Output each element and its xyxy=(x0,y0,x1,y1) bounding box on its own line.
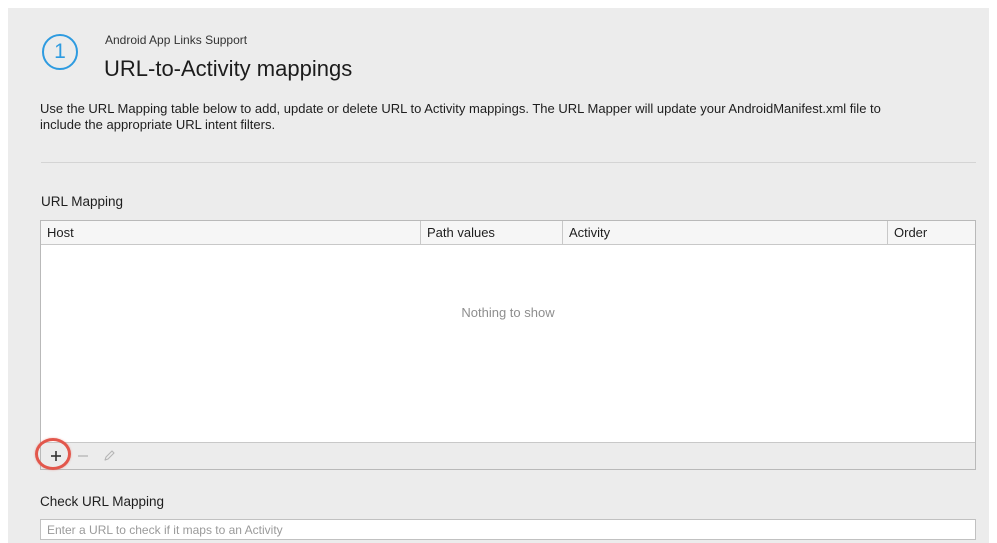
edit-mapping-button[interactable] xyxy=(99,446,119,466)
instructions-text: Use the URL Mapping table below to add, … xyxy=(40,101,881,132)
table-header-row: Host Path values Activity Order xyxy=(41,221,975,245)
url-mapping-label: URL Mapping xyxy=(41,194,124,209)
page-title: URL-to-Activity mappings xyxy=(104,56,353,81)
remove-mapping-button[interactable] xyxy=(73,446,93,466)
minus-icon xyxy=(78,455,88,457)
empty-table-message: Nothing to show xyxy=(461,305,555,320)
step-number-badge: 1 xyxy=(42,34,78,70)
column-header-activity[interactable]: Activity xyxy=(563,221,888,244)
column-header-host[interactable]: Host xyxy=(41,221,421,244)
column-header-path-values[interactable]: Path values xyxy=(421,221,563,244)
add-mapping-button[interactable] xyxy=(46,446,66,466)
pencil-icon xyxy=(104,450,115,461)
plus-icon xyxy=(51,451,61,461)
url-mapping-table[interactable]: Host Path values Activity Order Nothing … xyxy=(40,220,976,470)
check-url-mapping-label: Check URL Mapping xyxy=(40,494,165,509)
panel-subtitle: Android App Links Support xyxy=(105,33,248,47)
column-header-order[interactable]: Order xyxy=(888,221,975,244)
section-divider xyxy=(41,162,976,163)
table-toolbar xyxy=(41,442,975,469)
check-url-input[interactable] xyxy=(40,519,976,540)
